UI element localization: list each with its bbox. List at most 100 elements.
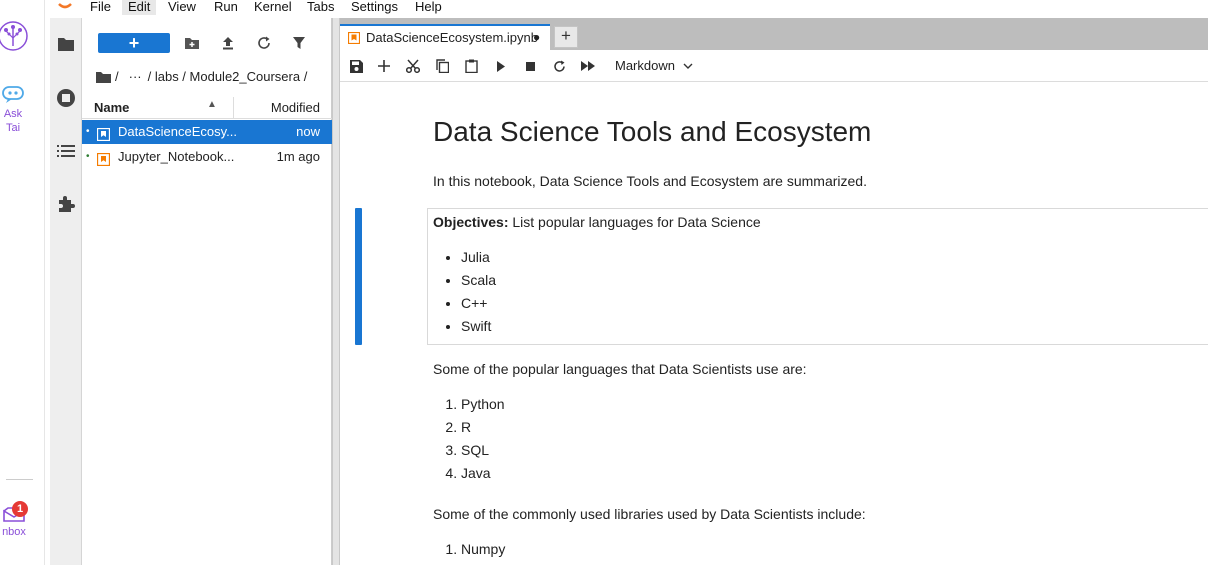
save-button[interactable] <box>344 55 368 77</box>
jupyter-logo-icon <box>57 0 73 12</box>
run-button[interactable] <box>489 55 513 77</box>
chat-bot-icon <box>2 86 24 103</box>
list-item: SQL <box>461 439 505 462</box>
menu-view[interactable]: View <box>162 0 202 15</box>
list-icon <box>57 145 75 157</box>
restart-button[interactable] <box>547 55 571 77</box>
tab-notebook[interactable]: DataScienceEcosystem.ipynb ● <box>340 24 550 50</box>
menu-run[interactable]: Run <box>208 0 244 15</box>
header-modified[interactable]: Modified <box>271 100 320 115</box>
list-item: Numpy <box>461 538 505 561</box>
paste-button[interactable] <box>459 55 483 77</box>
save-icon <box>349 59 363 73</box>
list-item: Python <box>461 393 505 416</box>
languages-intro: Some of the popular languages that Data … <box>433 361 807 377</box>
folder-icon[interactable] <box>96 71 111 83</box>
insert-cell-button[interactable] <box>372 55 396 77</box>
extensions-tab[interactable] <box>50 188 82 220</box>
filter-icon <box>293 37 305 49</box>
stop-icon <box>525 61 535 71</box>
file-browser-tab[interactable] <box>50 28 82 60</box>
copy-button[interactable] <box>430 55 454 77</box>
clipboard-icon <box>464 59 478 73</box>
file-name: Jupyter_Notebook... <box>118 149 235 164</box>
menu-settings[interactable]: Settings <box>345 0 404 15</box>
fast-forward-icon <box>581 61 595 71</box>
main-area: DataScienceEcosystem.ipynb ● + Markdown … <box>340 18 1208 565</box>
restart-run-all-button[interactable] <box>576 55 600 77</box>
menu-edit[interactable]: Edit <box>122 0 157 15</box>
running-tab[interactable] <box>50 82 82 114</box>
cell-type-dropdown[interactable]: Markdown <box>615 58 693 73</box>
app-logo-icon[interactable] <box>0 18 30 54</box>
file-row[interactable]: • Jupyter_Notebook... 1m ago <box>82 145 332 169</box>
notebook-toolbar: Markdown <box>340 50 1208 82</box>
file-browser: + / ··· / labs / Module2_Coursera / Name… <box>82 18 332 565</box>
upload-button[interactable] <box>216 32 240 54</box>
notebook-icon <box>96 125 111 142</box>
sort-ascending-icon[interactable]: ▲ <box>207 99 217 110</box>
new-folder-button[interactable] <box>180 32 204 54</box>
chevron-down-icon <box>683 63 693 69</box>
libraries-list: Numpy <box>461 538 505 561</box>
new-tab-button[interactable]: + <box>554 26 578 48</box>
intro-text: In this notebook, Data Science Tools and… <box>433 173 867 189</box>
file-list-header: Name ▲ Modified <box>82 97 332 119</box>
unsaved-indicator-icon[interactable]: ● <box>533 30 540 44</box>
menu-tabs[interactable]: Tabs <box>301 0 340 15</box>
plus-icon <box>378 60 390 72</box>
new-launcher-button[interactable]: + <box>98 33 170 53</box>
folder-icon <box>58 38 74 51</box>
ask-label-2: Tai <box>5 122 21 134</box>
file-name: DataScienceEcosy... <box>118 124 237 139</box>
filter-button[interactable] <box>287 32 311 54</box>
objectives-description: List popular languages for Data Science <box>508 214 761 230</box>
menu-help[interactable]: Help <box>409 0 448 15</box>
table-of-contents-tab[interactable] <box>50 135 82 167</box>
panel-splitter[interactable] <box>332 18 340 565</box>
copy-icon <box>435 59 449 73</box>
running-indicator: • <box>86 126 90 137</box>
file-modified: 1m ago <box>276 149 320 164</box>
file-modified: now <box>296 124 320 139</box>
menu-kernel[interactable]: Kernel <box>248 0 298 15</box>
list-item: Julia <box>461 246 496 269</box>
outer-sidebar: Ask Tai 1 nbox <box>0 0 45 565</box>
ask-tai-button[interactable]: Ask Tai <box>0 84 26 135</box>
objectives-list: Julia Scala C++ Swift <box>461 246 496 338</box>
scissors-icon <box>406 59 420 73</box>
stop-circle-icon <box>57 89 75 107</box>
objectives-text: Objectives: List popular languages for D… <box>433 214 761 230</box>
cell-type-value: Markdown <box>615 58 675 73</box>
inbox-button[interactable]: 1 nbox <box>0 501 28 539</box>
notebook-panel[interactable]: Data Science Tools and Ecosystem In this… <box>340 83 1208 565</box>
menubar: File Edit View Run Kernel Tabs Settings … <box>45 0 1208 16</box>
list-item: Java <box>461 462 505 485</box>
puzzle-icon <box>59 196 75 212</box>
objectives-label: Objectives: <box>433 214 509 230</box>
restart-icon <box>553 60 565 72</box>
inbox-label: nbox <box>2 526 26 538</box>
breadcrumb: / ··· / labs / Module2_Coursera / <box>96 68 313 86</box>
languages-list: Python R SQL Java <box>461 393 505 485</box>
activity-bar <box>50 18 82 565</box>
menu-file[interactable]: File <box>84 0 117 15</box>
interrupt-button[interactable] <box>518 55 542 77</box>
notebook-icon <box>347 31 361 45</box>
header-name[interactable]: Name <box>94 100 129 115</box>
breadcrumb-path[interactable]: / labs / Module2_Coursera / <box>148 68 308 86</box>
running-indicator: • <box>86 151 90 162</box>
breadcrumb-root[interactable]: / <box>115 68 119 86</box>
refresh-button[interactable] <box>252 32 276 54</box>
active-cell-indicator[interactable] <box>355 208 362 345</box>
breadcrumb-ellipsis[interactable]: ··· <box>129 68 142 86</box>
inbox-badge: 1 <box>12 501 28 517</box>
list-item: Scala <box>461 269 496 292</box>
file-row[interactable]: • DataScienceEcosy... now <box>82 120 332 144</box>
cut-button[interactable] <box>401 55 425 77</box>
notebook-title: Data Science Tools and Ecosystem <box>433 116 872 147</box>
list-item: Swift <box>461 315 496 338</box>
header-divider <box>233 97 234 118</box>
refresh-icon <box>258 36 270 49</box>
libraries-intro: Some of the commonly used libraries used… <box>433 506 866 522</box>
